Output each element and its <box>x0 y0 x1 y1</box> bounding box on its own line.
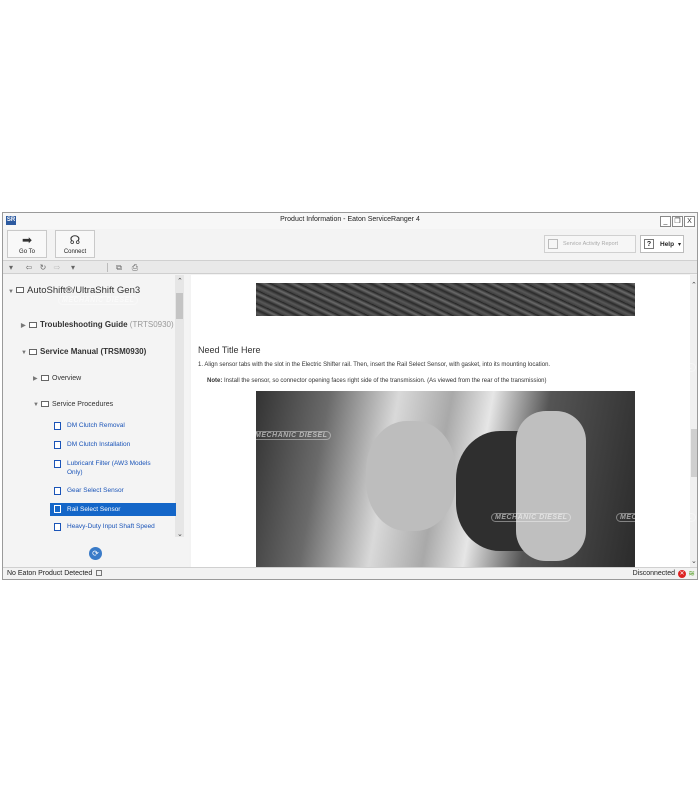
doc-dm-clutch-installation[interactable]: DM Clutch Installation <box>54 440 176 451</box>
document-icon <box>54 487 61 495</box>
service-procedures-label: Service Procedures <box>52 401 114 408</box>
sync-icon[interactable]: ⟳ <box>89 547 102 560</box>
photo-detail <box>366 421 456 531</box>
chevron-down-icon[interactable]: ▾ <box>678 241 681 248</box>
service-activity-label: Service Activity Report <box>563 241 619 247</box>
watermark: MECHANIC DIESEL <box>58 296 139 305</box>
ribbon: ➡ Go To ☊ Connect Service Activity Repor… <box>3 229 697 259</box>
expanded-triangle-icon: ▼ <box>8 289 14 295</box>
navigation-tree: ⌃ ⌄ ▼ AutoShift®/UltraShift Gen3 ▶ Trouble… <box>3 275 189 567</box>
photo-detail <box>516 411 586 561</box>
back-icon[interactable]: ⇦ <box>23 262 35 273</box>
document-icon <box>54 460 61 468</box>
report-icon <box>548 239 558 249</box>
open-external-icon[interactable]: ⧉ <box>113 262 125 273</box>
collapsed-triangle-icon: ▶ <box>21 323 26 329</box>
help-label: Help <box>660 241 675 248</box>
overview-label: Overview <box>52 375 82 382</box>
folder-icon <box>29 321 37 328</box>
doc-lubricant-filter[interactable]: Lubricant Filter (AW3 Models Only) <box>54 459 176 479</box>
document-icon <box>54 505 61 513</box>
note-label: Note: <box>207 378 223 384</box>
watermark: MECHANIC DIESEL <box>491 513 572 522</box>
expanded-triangle-icon: ▼ <box>33 402 39 408</box>
content-scroll-down-icon[interactable]: ⌄ <box>691 557 697 565</box>
watermark: MECHANIC DIESEL <box>616 513 697 522</box>
toolbar: ▾ ⇦ ↻ ⇨ ▾ ⧉ ⎙ <box>3 260 697 274</box>
folder-icon <box>16 287 24 294</box>
window-title: Product Information - Eaton ServiceRange… <box>280 216 420 223</box>
tree-service-procedures[interactable]: ▼ Service Procedures <box>33 401 113 408</box>
tree-root[interactable]: ▼ AutoShift®/UltraShift Gen3 <box>8 285 140 296</box>
expanded-triangle-icon: ▼ <box>21 350 27 356</box>
status-left: No Eaton Product Detected <box>7 570 103 577</box>
sidebar-scroll-thumb[interactable] <box>176 293 183 319</box>
doc-dm-clutch-removal[interactable]: DM Clutch Removal <box>54 421 176 432</box>
connect-label: Connect <box>63 249 87 255</box>
status-product: No Eaton Product Detected <box>7 570 93 577</box>
refresh-icon[interactable]: ↻ <box>37 262 49 273</box>
folder-icon <box>41 375 49 382</box>
app-window: SR Product Information - Eaton ServiceRa… <box>2 212 698 580</box>
step-1-text: 1. Align sensor tabs with the slot in th… <box>198 362 551 368</box>
document-icon <box>54 441 61 449</box>
sensor-install-photo <box>256 391 635 567</box>
troubleshooting-code: (TRTS0930) <box>129 320 174 329</box>
sidebar-scrollbar[interactable] <box>175 275 184 537</box>
tree-service-manual[interactable]: ▼ Service Manual (TRSM0930) <box>21 347 146 356</box>
connection-status: Disconnected <box>632 570 675 577</box>
troubleshooting-label: Troubleshooting Guide <box>40 320 128 329</box>
help-button[interactable]: ? Help ▾ <box>640 235 684 253</box>
help-question-icon: ? <box>644 239 654 249</box>
forward-icon[interactable]: ⇨ <box>51 262 63 273</box>
goto-button[interactable]: ➡ Go To <box>7 230 47 258</box>
history-dropdown-icon[interactable]: ▾ <box>67 262 79 273</box>
doc-heavy-duty-input-shaft-speed[interactable]: Heavy-Duty Input Shaft Speed <box>54 522 176 533</box>
doc-rail-select-sensor[interactable]: Rail Select Sensor <box>50 503 176 516</box>
scroll-up-icon[interactable]: ⌃ <box>177 277 183 285</box>
document-content: Need Title Here 1. Align sensor tabs wit… <box>191 275 697 567</box>
scroll-down-icon[interactable]: ⌄ <box>177 530 183 538</box>
arrow-right-icon: ➡ <box>21 233 33 247</box>
title-bar: SR Product Information - Eaton ServiceRa… <box>3 213 697 229</box>
content-scroll-thumb[interactable] <box>691 429 697 477</box>
print-icon[interactable]: ⎙ <box>129 262 141 273</box>
note-body: Install the sensor, so connector opening… <box>222 378 547 384</box>
connect-button[interactable]: ☊ Connect <box>55 230 95 258</box>
tree-troubleshooting-guide[interactable]: ▶ Troubleshooting Guide (TRTS0930) <box>21 320 174 329</box>
device-icon <box>96 570 103 577</box>
tree-overview[interactable]: ▶ Overview <box>33 375 81 382</box>
document-icon <box>54 523 61 531</box>
content-scroll-up-icon[interactable]: ⌃ <box>691 281 697 289</box>
goto-label: Go To <box>19 249 35 255</box>
service-activity-report-button[interactable]: Service Activity Report <box>544 235 636 253</box>
dropdown-icon[interactable]: ▾ <box>5 262 17 273</box>
toolbar-divider <box>107 263 108 272</box>
service-manual-label: Service Manual (TRSM0930) <box>40 347 147 356</box>
collapsed-triangle-icon: ▶ <box>33 376 38 382</box>
engine-photo-top <box>256 283 635 316</box>
document-icon <box>54 422 61 430</box>
folder-icon <box>29 348 37 355</box>
watermark: MECHANIC DIESEL <box>396 325 477 334</box>
folder-icon <box>41 401 49 408</box>
content-scrollbar[interactable] <box>690 275 697 567</box>
minimize-button[interactable]: _ <box>660 216 671 227</box>
tree-root-label: AutoShift®/UltraShift Gen3 <box>27 285 141 296</box>
restore-button[interactable]: ❐ <box>672 216 683 227</box>
watermark: MECHANIC DIESEL <box>616 363 697 372</box>
doc-gear-select-sensor[interactable]: Gear Select Sensor <box>54 486 176 497</box>
content-heading: Need Title Here <box>198 345 261 355</box>
note-text: Note: Install the sensor, so connector o… <box>207 378 547 384</box>
status-bar: No Eaton Product Detected Disconnected ✕… <box>3 567 697 579</box>
watermark: MECHANIC DIESEL <box>251 431 332 440</box>
close-button[interactable]: X <box>684 216 695 227</box>
connect-cable-icon: ☊ <box>69 233 81 247</box>
error-icon: ✕ <box>678 570 686 578</box>
wifi-icon: ≋ <box>688 569 695 578</box>
